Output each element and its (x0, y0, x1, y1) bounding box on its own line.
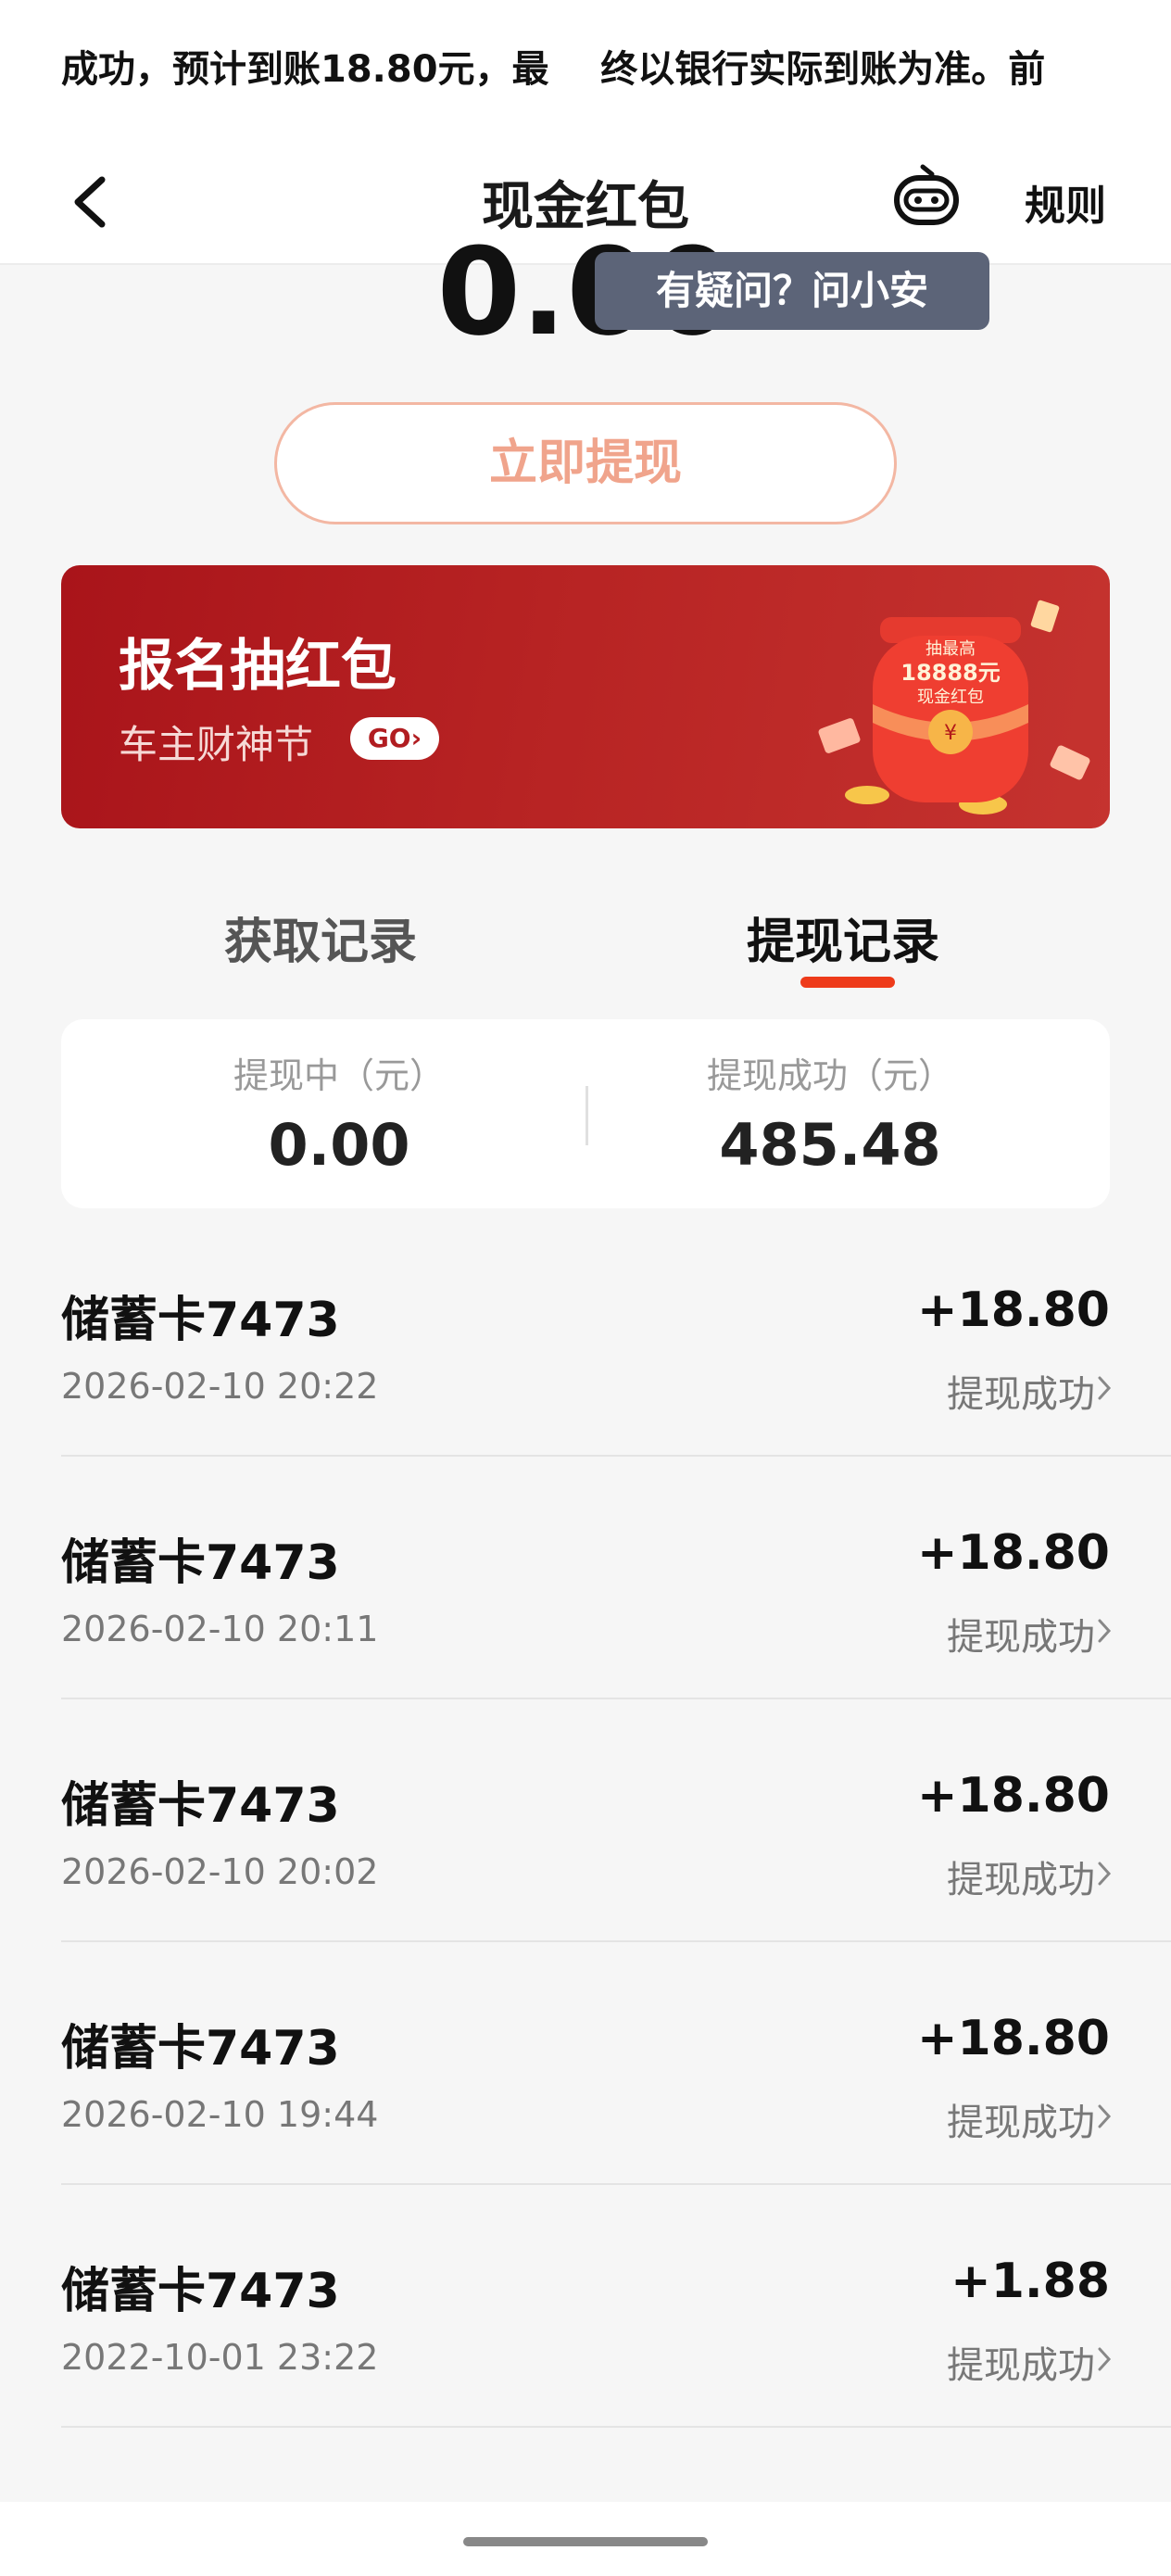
row-divider (61, 2426, 1171, 2428)
tab-withdraw-records[interactable]: 提现记录 (747, 903, 939, 972)
record-status: 提现成功 (947, 2102, 1095, 2144)
svg-text:¥: ¥ (944, 722, 957, 745)
record-amount: +18.80 (916, 1282, 1110, 1338)
record-amount: +18.80 (916, 2011, 1110, 2066)
withdraw-now-button[interactable]: 立即提现 (274, 402, 897, 524)
chevron-right-icon (1098, 1862, 1112, 1886)
lantern-text-2: 18888元 (900, 660, 1001, 686)
record-status: 提现成功 (947, 1373, 1095, 1416)
pending-summary: 提现中（元） 0.00 (107, 1047, 571, 1179)
bottom-safe-area (0, 2502, 1171, 2576)
chevron-right-icon (1098, 2104, 1112, 2128)
promo-subtitle: 车主财神节 (119, 722, 314, 767)
promo-title: 报名抽红包 (119, 634, 397, 699)
record-row[interactable]: 储蓄卡7473 2026-02-10 19:44 +18.80 提现成功 (0, 1942, 1171, 2185)
record-status: 提现成功 (947, 1859, 1095, 1901)
record-status: 提现成功 (947, 1616, 1095, 1659)
record-card-title: 储蓄卡7473 (61, 2021, 340, 2077)
active-tab-indicator (800, 977, 895, 988)
record-status: 提现成功 (947, 2344, 1095, 2387)
lantern-text-1: 抽最高 (925, 639, 976, 659)
chevron-right-icon (1098, 1619, 1112, 1643)
record-row[interactable]: 储蓄卡7473 2022-10-01 23:22 +1.88 提现成功 (0, 2185, 1171, 2428)
chevron-right-icon (1098, 2347, 1112, 2371)
red-envelope-lantern-icon: ¥ 抽最高 18888元 现金红包 (818, 600, 1090, 814)
success-summary: 提现成功（元） 485.48 (598, 1047, 1062, 1179)
assistant-tooltip[interactable]: 有疑问？问小安 (595, 252, 989, 330)
record-tabs: 获取记录 提现记录 (0, 880, 1171, 991)
record-time: 2026-02-10 19:44 (61, 2094, 379, 2135)
record-row[interactable]: 储蓄卡7473 2026-02-10 20:11 +18.80 提现成功 (0, 1457, 1171, 1699)
record-amount: +18.80 (916, 1525, 1110, 1581)
record-time: 2022-10-01 23:22 (61, 2337, 379, 2378)
chevron-right-icon (1098, 1376, 1112, 1400)
lantern-text-3: 现金红包 (917, 688, 984, 707)
pending-value: 0.00 (268, 1111, 410, 1179)
promo-banner[interactable]: 报名抽红包 车主财神节 GO› ¥ 抽最高 18888元 现金红包 (61, 565, 1110, 828)
success-value: 485.48 (719, 1111, 941, 1179)
record-amount: +18.80 (916, 1768, 1110, 1824)
assistant-button[interactable] (889, 161, 963, 235)
record-time: 2026-02-10 20:11 (61, 1609, 379, 1649)
record-row[interactable]: 储蓄卡7473 2026-02-10 20:02 +18.80 提现成功 (0, 1699, 1171, 1942)
record-card-title: 储蓄卡7473 (61, 1293, 340, 1348)
success-label: 提现成功（元） (706, 1055, 953, 1096)
robot-icon (894, 164, 959, 225)
withdraw-summary-card: 提现中（元） 0.00 提现成功（元） 485.48 (61, 1019, 1110, 1208)
go-badge[interactable]: GO› (350, 717, 439, 760)
summary-divider (586, 1086, 588, 1145)
balance-amount: 0.00 (436, 221, 735, 362)
record-row[interactable]: 储蓄卡7473 2026-02-10 20:22 +18.80 提现成功 (0, 1214, 1171, 1457)
record-card-title: 储蓄卡7473 (61, 1535, 340, 1591)
home-indicator[interactable] (463, 2537, 708, 2546)
record-time: 2026-02-10 20:22 (61, 1366, 379, 1407)
notification-banner: 成功，预计到账18.80元，最 终以银行实际到账为准。前 (0, 0, 1171, 139)
rules-link[interactable]: 规则 (1025, 172, 1106, 232)
record-amount: +1.88 (951, 2254, 1110, 2309)
tab-acquire-records[interactable]: 获取记录 (224, 903, 417, 972)
withdraw-records-list: 储蓄卡7473 2026-02-10 20:22 +18.80 提现成功 储蓄卡… (0, 1214, 1171, 2428)
record-card-title: 储蓄卡7473 (61, 2264, 340, 2319)
cash-redpacket-page: 成功，预计到账18.80元，最 终以银行实际到账为准。前 现金红包 规则 0.0… (0, 0, 1171, 2576)
record-card-title: 储蓄卡7473 (61, 1778, 340, 1834)
pending-label: 提现中（元） (233, 1055, 445, 1096)
record-time: 2026-02-10 20:02 (61, 1851, 379, 1892)
